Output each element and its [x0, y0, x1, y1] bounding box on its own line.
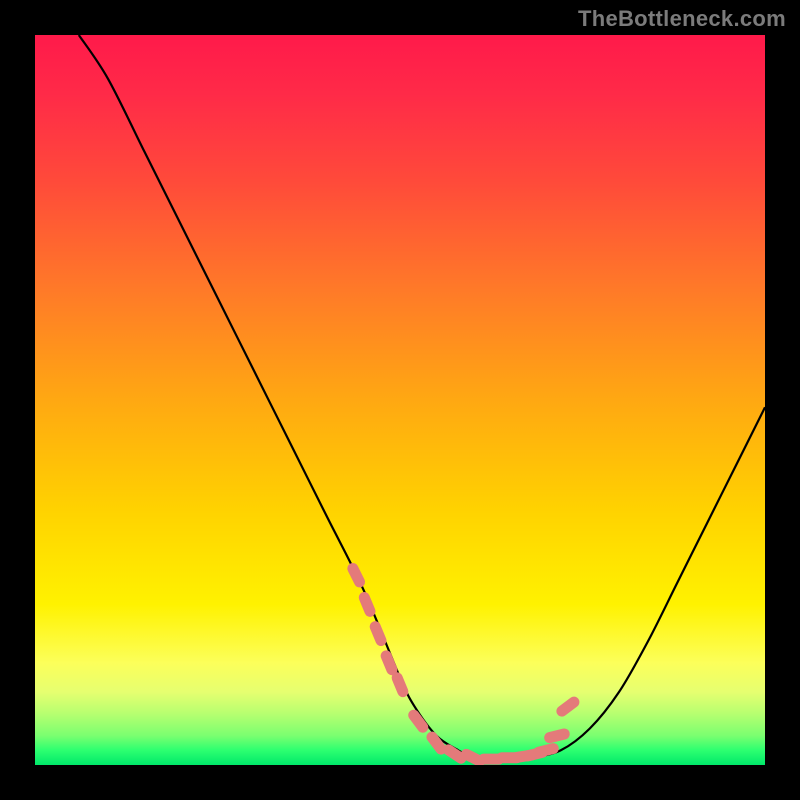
curve-marker	[543, 727, 571, 744]
curve-marker	[345, 561, 366, 589]
curve-layer	[35, 35, 765, 765]
curve-marker	[554, 694, 581, 718]
curve-markers	[345, 561, 581, 765]
curve-marker	[357, 590, 377, 618]
chart-root: TheBottleneck.com	[0, 0, 800, 800]
curve-marker	[532, 742, 560, 759]
watermark-text: TheBottleneck.com	[578, 6, 786, 32]
bottleneck-curve	[79, 35, 765, 762]
curve-marker	[368, 619, 388, 647]
curve-marker	[390, 671, 410, 699]
